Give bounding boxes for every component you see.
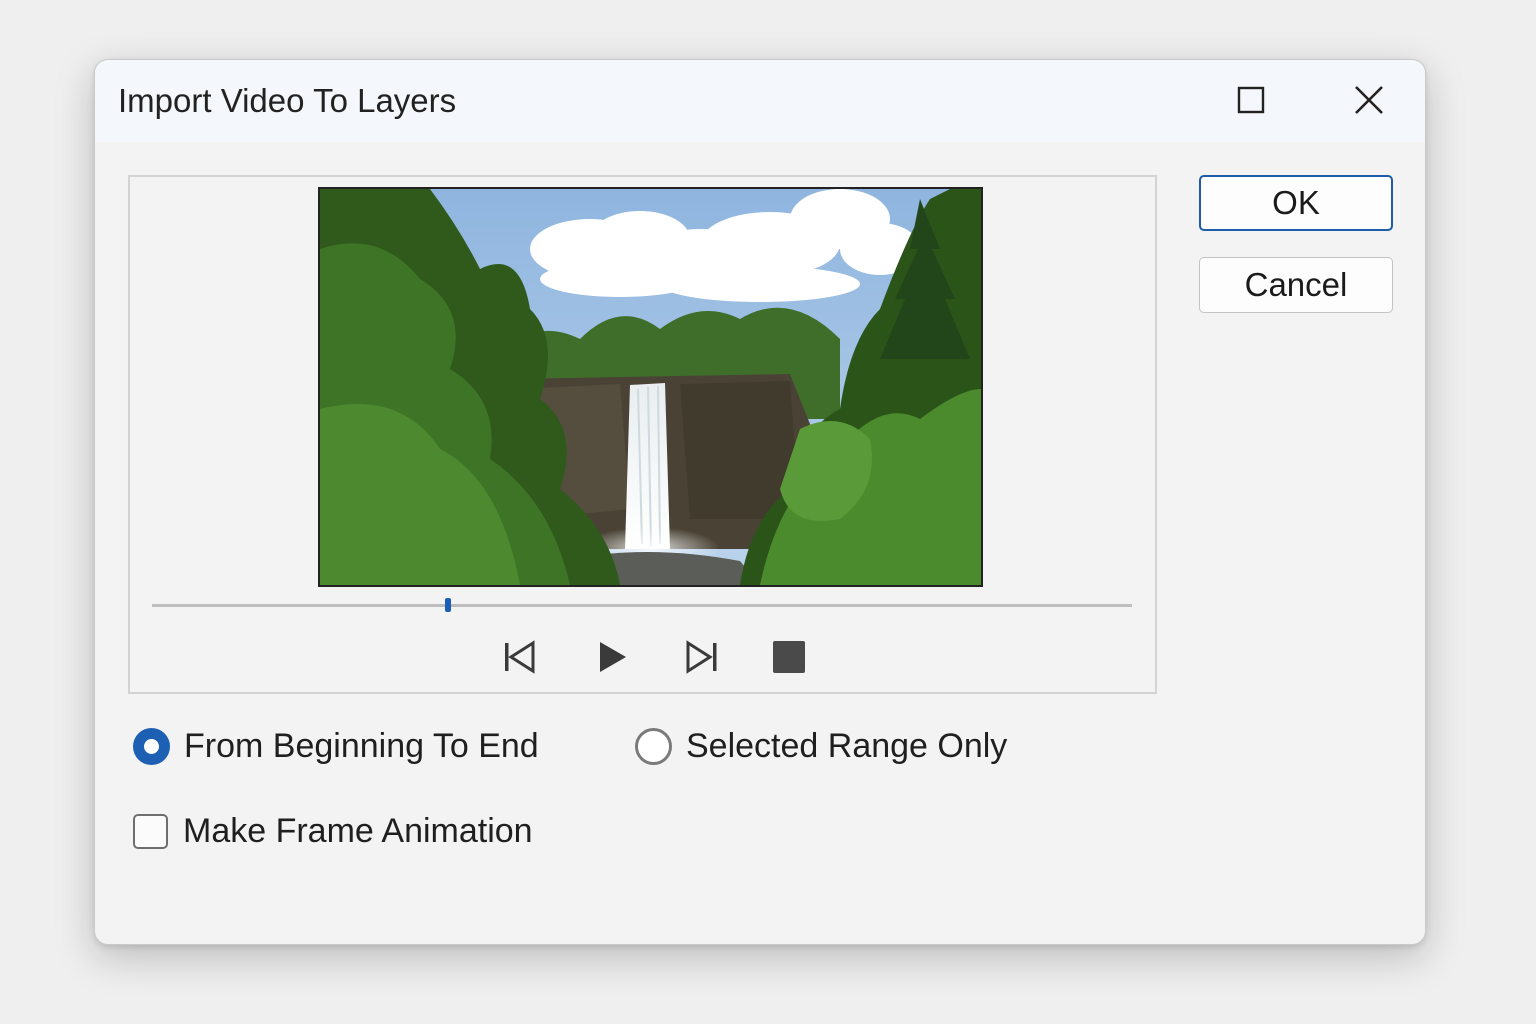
ok-button[interactable]: OK [1199,175,1393,231]
make-frame-animation-option[interactable]: Make Frame Animation [133,812,533,851]
title-bar[interactable]: Import Video To Layers [95,60,1425,142]
radio-dot [144,739,159,754]
cancel-button[interactable]: Cancel [1199,257,1393,313]
play-icon [600,642,626,672]
skip-to-start-button[interactable] [497,634,543,680]
radio-selected-range-only[interactable]: Selected Range Only [635,727,1007,766]
radio-label: Selected Range Only [686,727,1008,765]
maximize-square-icon [1237,86,1265,114]
radio-button-checked[interactable] [133,728,170,765]
video-preview-panel [128,175,1157,694]
playback-controls [130,632,1155,682]
stop-button[interactable] [766,634,812,680]
video-timeline-scrubber[interactable] [152,598,1132,622]
radio-from-beginning-to-end[interactable]: From Beginning To End [133,727,539,766]
import-video-dialog: Import Video To Layers OK Cancel From Be… [94,59,1426,945]
dialog-title: Import Video To Layers [118,82,457,119]
radio-button-unchecked[interactable] [635,728,672,765]
skip-to-end-icon [686,640,717,674]
close-x-icon [1355,86,1383,114]
play-button[interactable] [589,634,635,680]
checkbox-label: Make Frame Animation [183,812,533,850]
close-button[interactable] [1337,72,1401,128]
stop-icon [773,641,805,673]
radio-label: From Beginning To End [184,727,539,765]
make-frame-animation-checkbox[interactable] [133,814,168,849]
timeline-playhead[interactable] [444,598,451,612]
skip-to-end-button[interactable] [679,634,725,680]
video-preview-frame [318,187,983,587]
maximize-button[interactable] [1219,72,1283,128]
waterfall-preview-image [320,189,981,585]
skip-to-start-icon [505,640,535,674]
timeline-track [152,604,1132,607]
